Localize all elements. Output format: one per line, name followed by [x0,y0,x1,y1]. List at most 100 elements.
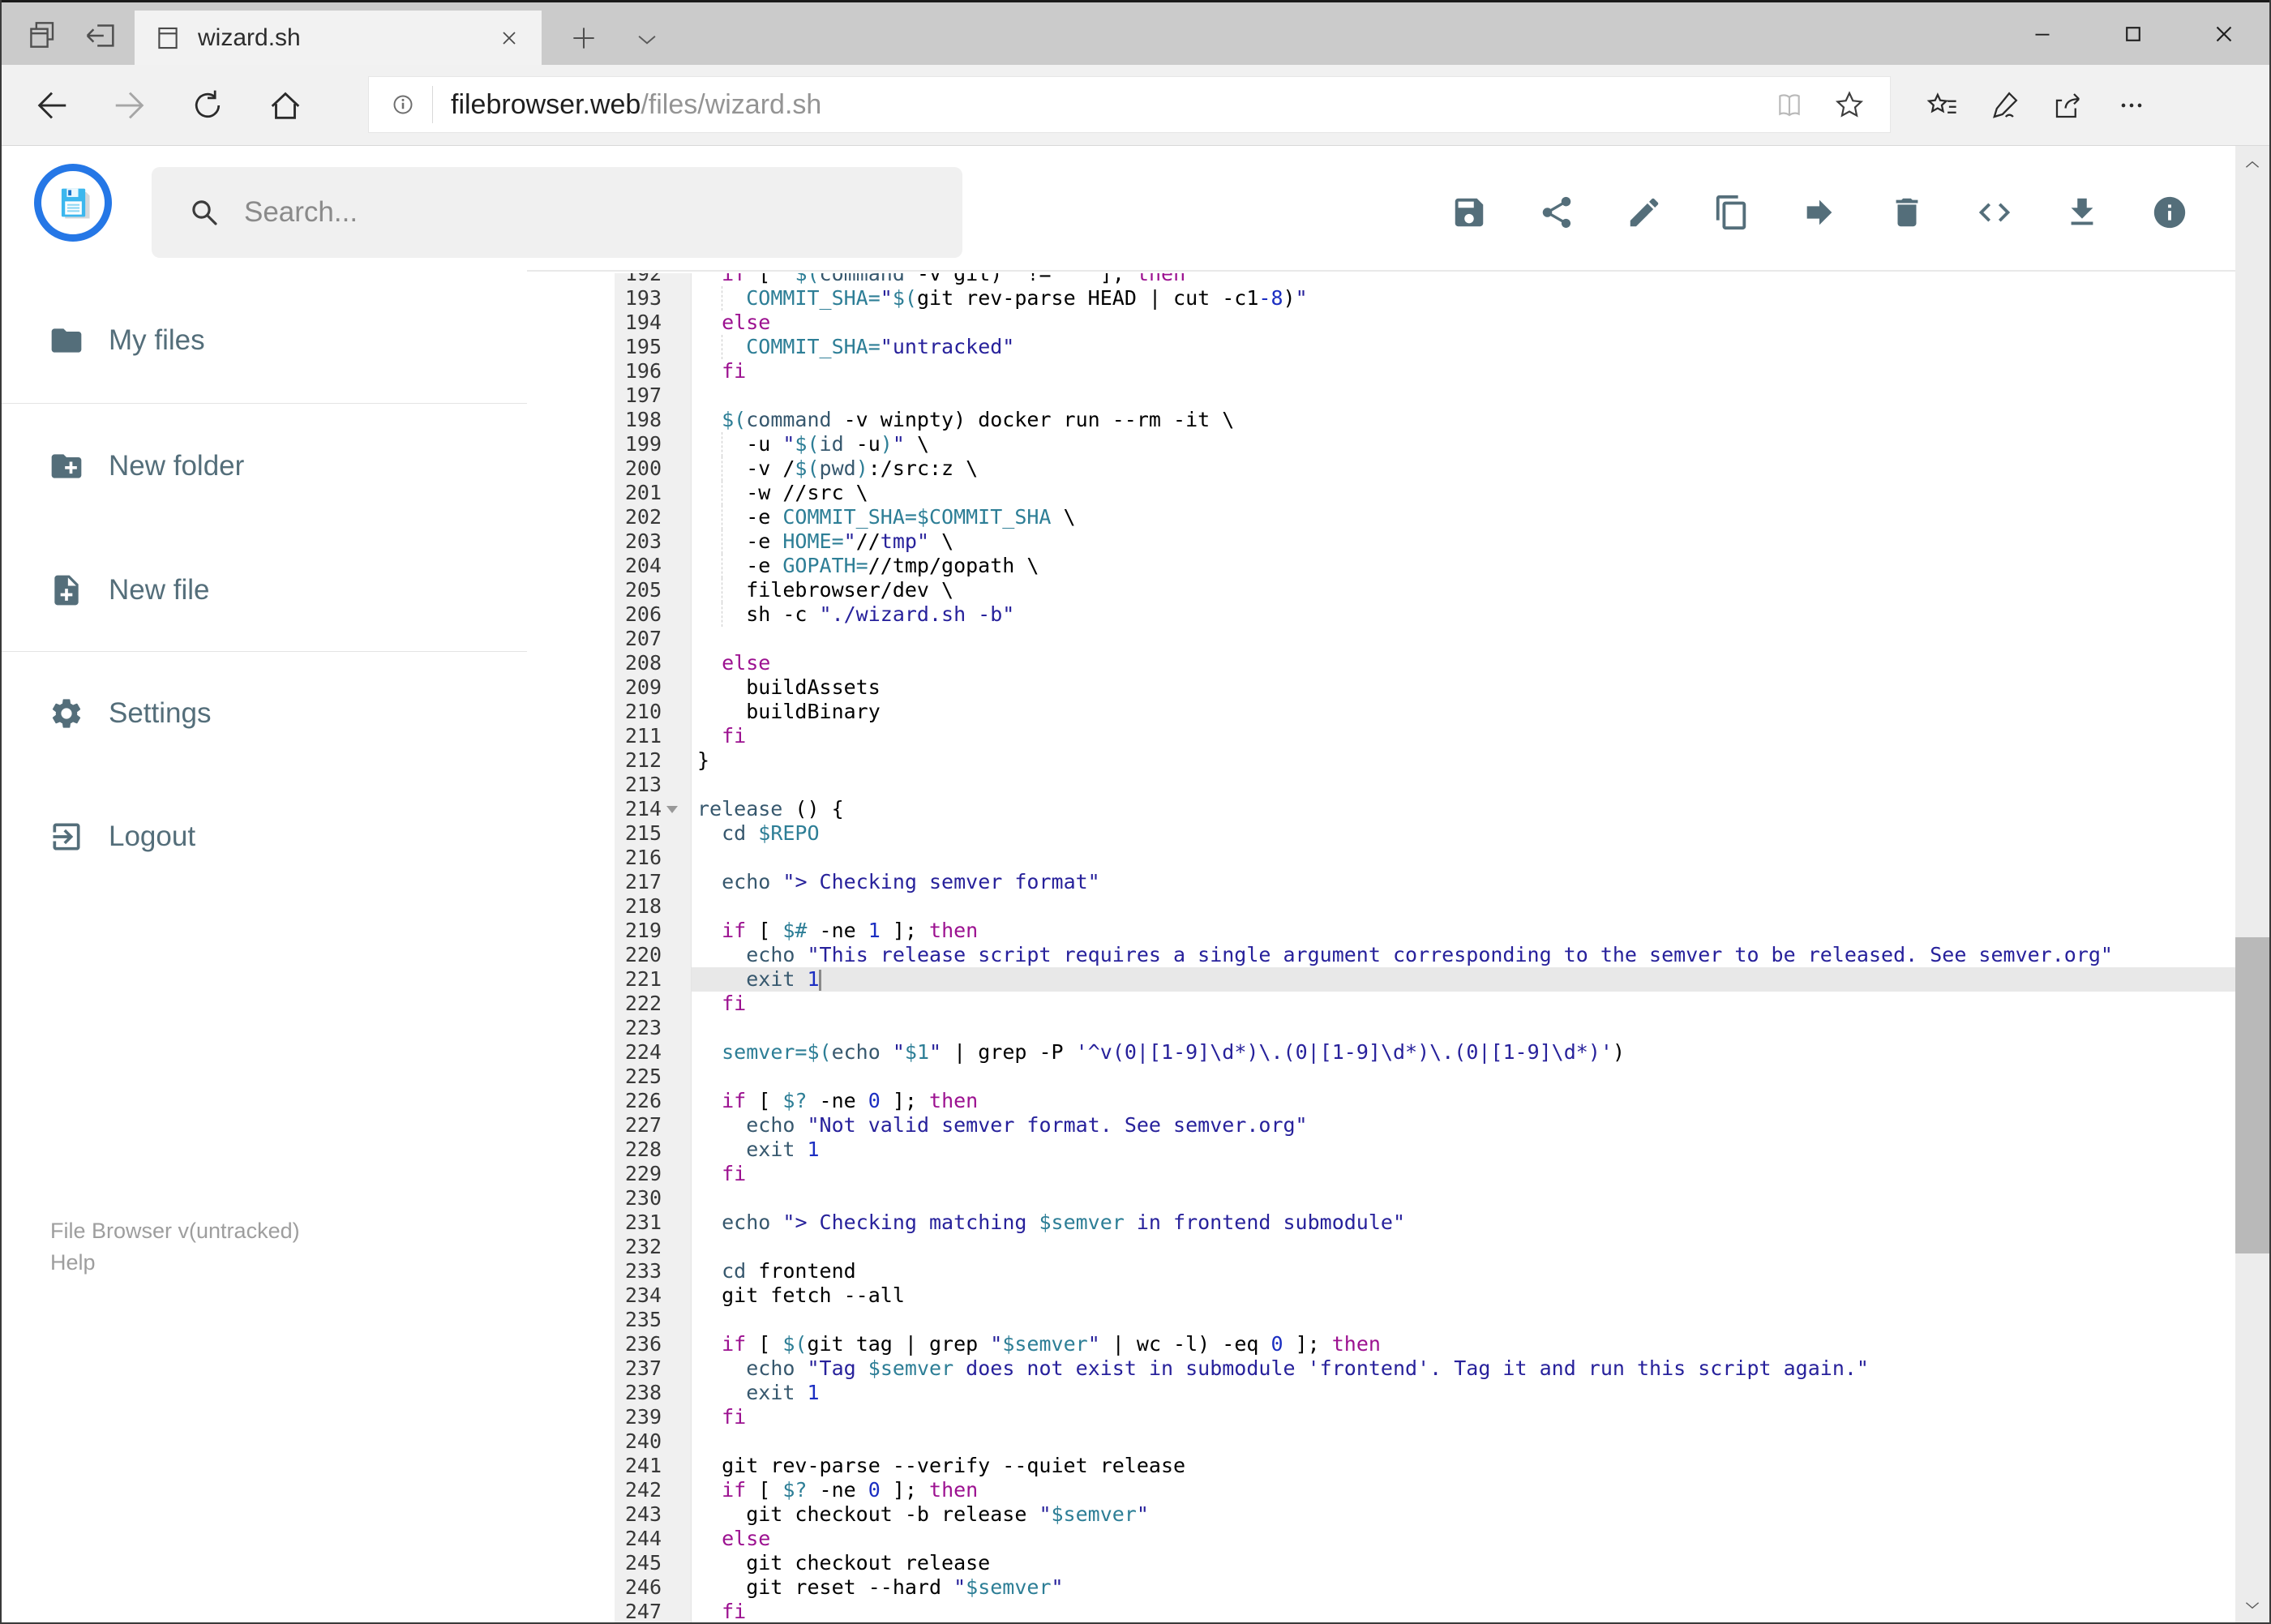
code-text[interactable]: git reset --hard "$semver" [692,1575,2235,1600]
page-scrollbar[interactable] [2235,146,2269,1624]
scrollbar-thumb[interactable] [2235,937,2269,1253]
browser-tab[interactable]: wizard.sh [135,11,542,65]
code-line[interactable]: 240 [615,1429,2235,1454]
code-text[interactable] [692,627,2235,651]
copy-button[interactable] [1713,194,1750,231]
sidebar-item-logout[interactable]: Logout [2,812,527,861]
code-line[interactable]: 194 else [615,311,2235,335]
code-text[interactable]: -e GOPATH=//tmp/gopath \ [692,554,2235,578]
code-line[interactable]: 242 if [ $? -ne 0 ]; then [615,1478,2235,1502]
code-text[interactable] [692,846,2235,870]
code-line[interactable]: 241 git rev-parse --verify --quiet relea… [615,1454,2235,1478]
code-line[interactable]: 214 release () { [615,797,2235,821]
code-line[interactable]: 206 sh -c "./wizard.sh -b" [615,602,2235,627]
code-text[interactable]: fi [692,359,2235,384]
set-tabs-aside-button[interactable] [79,15,122,54]
code-text[interactable]: -u "$(id -u)" \ [692,432,2235,456]
search-box[interactable] [152,167,962,258]
back-button[interactable] [18,71,86,139]
code-line[interactable]: 201 -w //src \ [615,481,2235,505]
address-bar[interactable]: filebrowser.web/files/wizard.sh [368,76,1891,133]
code-text[interactable]: if [ $? -ne 0 ]; then [692,1478,2235,1502]
code-text[interactable]: $(command -v winpty) docker run --rm -it… [692,408,2235,432]
code-line[interactable]: 223 [615,1016,2235,1040]
code-line[interactable]: 222 fi [615,992,2235,1016]
home-button[interactable] [251,71,319,139]
code-text[interactable]: git checkout -b release "$semver" [692,1502,2235,1527]
code-text[interactable]: fi [692,992,2235,1016]
tab-list-button[interactable] [626,22,668,58]
code-line[interactable]: 243 git checkout -b release "$semver" [615,1502,2235,1527]
code-text[interactable]: sh -c "./wizard.sh -b" [692,602,2235,627]
more-menu-button[interactable] [2097,71,2166,139]
refresh-button[interactable] [174,71,242,139]
code-line[interactable]: 192 if [ "$(command -v git)" != "" ]; th… [615,273,2235,286]
code-text[interactable]: -v /$(pwd):/src:z \ [692,456,2235,481]
code-line[interactable]: 238 exit 1 [615,1381,2235,1405]
code-text[interactable] [692,1065,2235,1089]
code-line[interactable]: 235 [615,1308,2235,1332]
code-line[interactable]: 215 cd $REPO [615,821,2235,846]
code-line[interactable]: 197 [615,384,2235,408]
code-text[interactable]: release () { [692,797,2235,821]
code-text[interactable]: } [692,748,2235,773]
code-line[interactable]: 229 fi [615,1162,2235,1186]
info-button[interactable] [2151,194,2188,231]
new-tab-button[interactable] [563,19,605,58]
filebrowser-logo[interactable] [34,164,112,242]
code-line[interactable]: 200 -v /$(pwd):/src:z \ [615,456,2235,481]
code-text[interactable]: if [ "$(command -v git)" != "" ]; then [692,273,2235,286]
help-link[interactable]: Help [50,1247,300,1279]
maximize-button[interactable] [2088,2,2179,65]
code-line[interactable]: 224 semver=$(echo "$1" | grep -P '^v(0|[… [615,1040,2235,1065]
code-line[interactable]: 204 -e GOPATH=//tmp/gopath \ [615,554,2235,578]
code-line[interactable]: 199 -u "$(id -u)" \ [615,432,2235,456]
sidebar-item-my-files[interactable]: My files [2,316,527,365]
code-line[interactable]: 218 [615,894,2235,919]
code-text[interactable]: fi [692,1600,2235,1624]
close-button[interactable] [2179,2,2269,65]
tab-preview-button[interactable] [24,15,63,54]
code-text[interactable]: else [692,651,2235,675]
code-editor[interactable]: 192 if [ "$(command -v git)" != "" ]; th… [615,273,2235,1624]
code-line[interactable]: 230 [615,1186,2235,1211]
code-text[interactable] [692,894,2235,919]
code-line[interactable]: 228 exit 1 [615,1138,2235,1162]
code-text[interactable]: -e COMMIT_SHA=$COMMIT_SHA \ [692,505,2235,529]
code-text[interactable]: filebrowser/dev \ [692,578,2235,602]
code-text[interactable]: if [ $? -ne 0 ]; then [692,1089,2235,1113]
delete-button[interactable] [1888,194,1926,231]
code-line[interactable]: 225 [615,1065,2235,1089]
code-line[interactable]: 213 [615,773,2235,797]
code-text[interactable]: git rev-parse --verify --quiet release [692,1454,2235,1478]
code-line[interactable]: 203 -e HOME="//tmp" \ [615,529,2235,554]
code-text[interactable]: echo "Tag $semver does not exist in subm… [692,1356,2235,1381]
code-text[interactable]: cd frontend [692,1259,2235,1283]
code-text[interactable] [692,1186,2235,1211]
code-button[interactable] [1976,194,2013,231]
code-line[interactable]: 247 fi [615,1600,2235,1624]
code-line[interactable]: 207 [615,627,2235,651]
code-line[interactable]: 226 if [ $? -ne 0 ]; then [615,1089,2235,1113]
code-line[interactable]: 217 echo "> Checking semver format" [615,870,2235,894]
code-text[interactable]: semver=$(echo "$1" | grep -P '^v(0|[1-9]… [692,1040,2235,1065]
code-line[interactable]: 231 echo "> Checking matching $semver in… [615,1211,2235,1235]
code-text[interactable]: else [692,1527,2235,1551]
code-text[interactable]: exit 1 [692,1138,2235,1162]
code-text[interactable]: if [ $# -ne 1 ]; then [692,919,2235,943]
share-button[interactable] [1538,194,1575,231]
forward-button[interactable] [96,71,164,139]
code-text[interactable] [692,1235,2235,1259]
code-line[interactable]: 234 git fetch --all [615,1283,2235,1308]
code-text[interactable]: else [692,311,2235,335]
code-line[interactable]: 244 else [615,1527,2235,1551]
code-text[interactable] [692,1016,2235,1040]
sidebar-item-new-folder[interactable]: New folder [2,442,527,491]
code-line[interactable]: 237 echo "Tag $semver does not exist in … [615,1356,2235,1381]
code-line[interactable]: 220 echo "This release script requires a… [615,943,2235,967]
code-line[interactable]: 239 fi [615,1405,2235,1429]
code-text[interactable] [692,773,2235,797]
code-text[interactable]: exit 1 [692,967,2235,992]
code-text[interactable]: echo "Not valid semver format. See semve… [692,1113,2235,1138]
code-text[interactable]: cd $REPO [692,821,2235,846]
